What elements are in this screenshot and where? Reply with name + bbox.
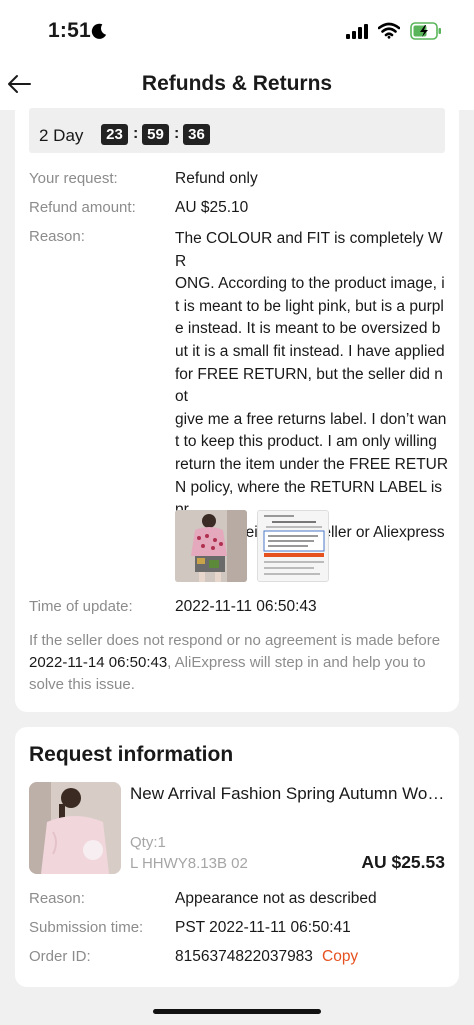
moon-icon [91, 23, 107, 39]
countdown-timer: 2 Day 23 : 59 : 36 [29, 108, 445, 153]
countdown-separator: : [174, 125, 180, 142]
wifi-icon [378, 22, 400, 39]
section-title: Request information [29, 743, 234, 766]
note-deadline: 2022-11-14 06:50:43 [29, 654, 168, 671]
request-value: Refund only [175, 170, 258, 187]
update-time-label: Time of update: [29, 598, 133, 615]
product-image-graphic [29, 782, 121, 874]
countdown-minutes: 59 [142, 124, 169, 145]
product-price: AU $25.53 [361, 852, 445, 872]
copy-order-id-button[interactable]: Copy [322, 948, 358, 966]
evidence-photo-thumbnail[interactable] [175, 510, 247, 582]
product-title[interactable]: New Arrival Fashion Spring Autumn Women … [130, 784, 448, 804]
evidence-photo-image [175, 510, 247, 582]
signal-icon [346, 24, 368, 39]
reason-label: Reason: [29, 890, 85, 907]
submission-time-label: Submission time: [29, 919, 144, 936]
battery-icon [410, 22, 441, 40]
request-label: Your request: [29, 170, 118, 187]
page-title: Refunds & Returns [141, 72, 333, 95]
intervention-note: If the seller does not respond or no agr… [29, 630, 449, 696]
countdown-seconds: 36 [183, 124, 210, 145]
countdown-hours: 23 [101, 124, 128, 145]
status-time: 1:51 [48, 19, 91, 42]
evidence-screenshot-thumbnail[interactable] [257, 510, 329, 582]
product-quantity: Qty:1 [130, 834, 166, 851]
submission-time-value: PST 2022-11-11 06:50:41 [175, 919, 351, 936]
status-bar: 1:51 [0, 0, 474, 62]
refund-amount-label: Refund amount: [29, 199, 136, 216]
update-time-value: 2022-11-11 06:50:43 [175, 598, 317, 615]
countdown-days: 2 Day [39, 126, 84, 145]
refund-status-card: 2 Day 23 : 59 : 36 Your request: Refund … [15, 100, 459, 712]
product-image[interactable] [29, 782, 121, 874]
order-id-value: 8156374822037983 [175, 948, 313, 965]
refund-amount-value: AU $25.10 [175, 199, 249, 216]
order-id-label: Order ID: [29, 948, 91, 965]
reason-label: Reason: [29, 228, 85, 245]
product-sku: L HHWY8.13B 02 [130, 855, 248, 872]
home-indicator [153, 1009, 321, 1014]
evidence-screenshot-image [258, 511, 328, 581]
request-information-card: Request information New Arrival Fashion … [15, 727, 459, 987]
reason-value: Appearance not as described [175, 890, 377, 907]
note-text: If the seller does not respond or no agr… [29, 632, 441, 649]
countdown-separator: : [133, 125, 139, 142]
